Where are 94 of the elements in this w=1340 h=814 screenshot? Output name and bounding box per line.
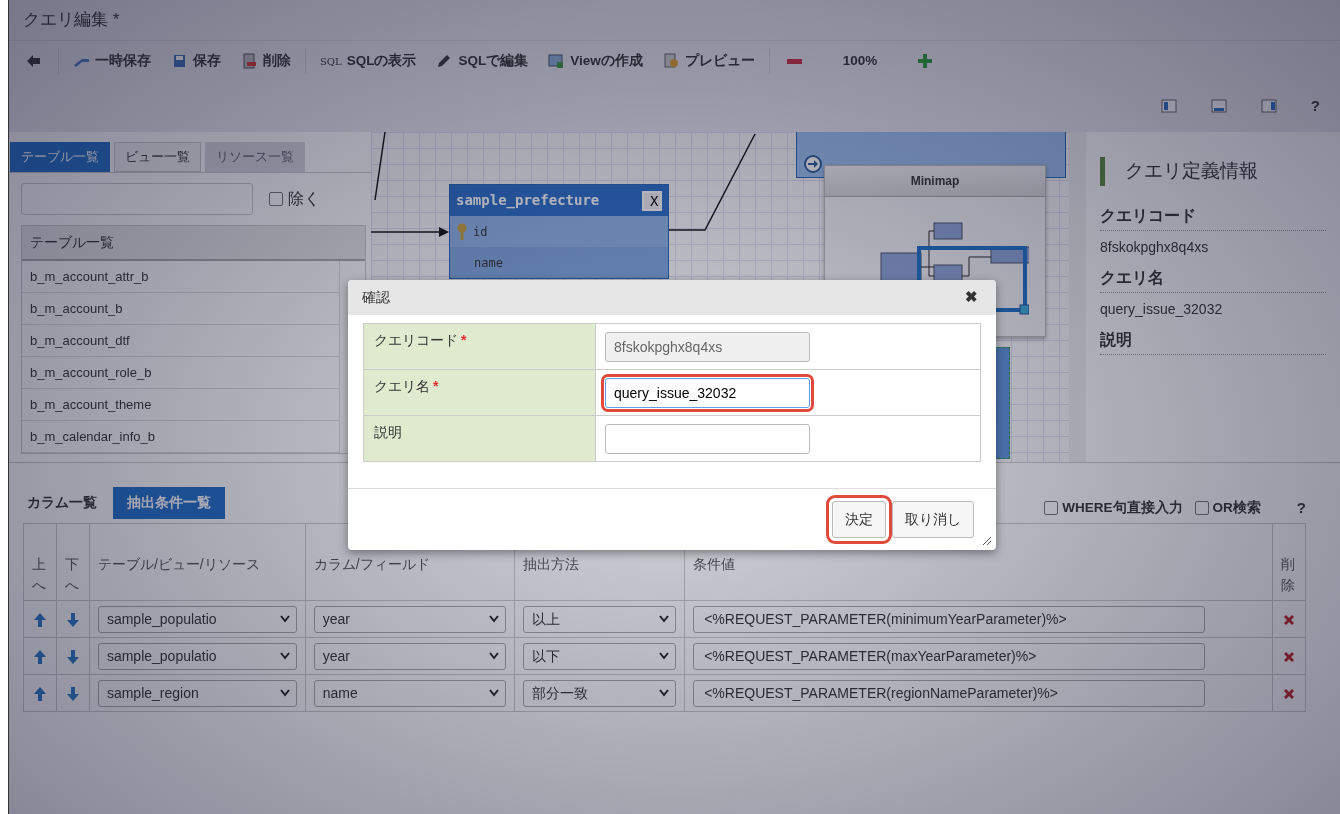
column-header: 削除 — [1272, 523, 1306, 601]
chevron-down-icon — [279, 652, 290, 660]
toolbar-button[interactable]: プレビュー — [654, 48, 763, 74]
connector-line — [373, 132, 387, 202]
toolbar-button[interactable]: 削除 — [233, 48, 299, 74]
chevron-down-icon — [659, 652, 670, 660]
input-field[interactable] — [605, 423, 810, 454]
field-label: クエリコード — [1100, 203, 1326, 231]
column-name: id — [473, 223, 488, 241]
label-text: 説明 — [374, 424, 402, 440]
down-arrow-icon[interactable] — [65, 648, 80, 665]
checkbox-label: 除く — [288, 188, 320, 209]
dropdown[interactable]: name — [313, 679, 507, 707]
resize-grip-icon[interactable] — [982, 536, 992, 546]
dropdown[interactable]: 部分一致 — [523, 679, 677, 707]
field-value: query_issue_32032 — [1100, 299, 1224, 319]
list-item[interactable]: b_m_account_attr_b — [22, 260, 340, 293]
checkbox[interactable] — [1194, 500, 1209, 515]
dropdown[interactable]: 以下 — [523, 642, 677, 670]
toolbar-button[interactable]: Viewの作成 — [540, 48, 651, 74]
toolbar-button[interactable]: SQL SQLの表示 — [312, 48, 425, 74]
chevron-down-icon — [279, 689, 290, 697]
dropdown[interactable]: sample_populatio — [97, 605, 297, 633]
up-arrow-icon[interactable] — [32, 611, 47, 628]
field-label: 説明 — [1100, 327, 1326, 355]
window-title: クエリ編集 * — [9, 0, 1340, 40]
chevron-down-icon — [279, 615, 290, 623]
checkbox[interactable] — [269, 191, 283, 206]
toolbar-button[interactable]: 保存 — [163, 48, 229, 74]
checkbox[interactable] — [1044, 500, 1059, 515]
arrow-circle-icon — [804, 155, 822, 173]
layout-right-icon[interactable] — [1260, 98, 1277, 114]
zoom-level: 100% — [841, 51, 879, 70]
toolbar-button[interactable]: SQLで編集 — [428, 48, 537, 74]
scrollbar[interactable] — [1069, 132, 1086, 462]
panel-tab[interactable]: テーブル一覧 — [10, 142, 110, 172]
toolbar-button[interactable]: 一時保存 — [65, 48, 159, 74]
checkbox-label: OR検索 — [1212, 498, 1261, 517]
dialog-button[interactable]: 取り消し — [892, 501, 974, 538]
column-name: name — [474, 254, 503, 272]
help-button[interactable]: ? — [1296, 496, 1306, 519]
dropdown[interactable]: 以上 — [523, 605, 677, 633]
list-item[interactable]: b_m_calendar_info_b — [22, 420, 340, 453]
list-header: テーブル一覧 — [22, 225, 365, 261]
required-mark: * — [461, 332, 467, 348]
plus-icon[interactable] — [917, 53, 935, 69]
panel-tab[interactable]: カラム一覧 — [23, 486, 101, 519]
list-item[interactable]: b_m_account_theme — [22, 388, 340, 421]
delete-icon[interactable] — [1282, 686, 1296, 701]
back-arrow-icon[interactable] — [25, 53, 42, 69]
chevron-down-icon — [489, 615, 500, 623]
chevron-down-icon — [489, 652, 500, 660]
label-text: クエリ名 — [374, 378, 430, 394]
down-arrow-icon[interactable] — [65, 685, 80, 702]
search-field[interactable] — [21, 182, 253, 215]
up-arrow-icon[interactable] — [32, 648, 47, 665]
dropdown[interactable]: sample_populatio — [97, 642, 297, 670]
close-button[interactable]: X — [642, 190, 662, 211]
panel-tab[interactable]: 抽出条件一覧 — [113, 486, 225, 519]
chevron-down-icon — [659, 689, 670, 697]
field-value: 8fskokpghx8q4xs — [1100, 237, 1210, 257]
dialog-title: 確認 — [362, 288, 390, 307]
label-text: クエリコード — [374, 332, 458, 348]
document-delete-icon — [241, 53, 258, 69]
list-item[interactable]: b_m_account_b — [22, 292, 340, 325]
input-field[interactable]: <%REQUEST_PARAMETER(maxYearParameter)%> — [693, 642, 1206, 670]
down-arrow-icon[interactable] — [65, 611, 80, 628]
column-header: テーブル/ビュー/リソース — [89, 523, 306, 601]
minimap-title: Minimap — [825, 166, 1045, 197]
dropdown[interactable]: year — [313, 642, 507, 670]
checkbox-label: WHERE句直接入力 — [1062, 498, 1183, 517]
delete-icon[interactable] — [1282, 612, 1296, 627]
dropdown[interactable]: year — [313, 605, 507, 633]
input-field[interactable]: <%REQUEST_PARAMETER(regionNameParameter)%> — [693, 679, 1206, 707]
up-arrow-icon[interactable] — [32, 685, 47, 702]
document-preview-icon — [662, 53, 680, 69]
column-header: 上へ — [23, 523, 57, 601]
column-header: 下へ — [56, 523, 90, 601]
help-button[interactable]: ? — [1310, 94, 1320, 118]
list-item[interactable]: b_m_account_role_b — [22, 356, 340, 389]
delete-icon[interactable] — [1282, 649, 1296, 664]
chevron-down-icon — [489, 689, 500, 697]
section-heading: クエリ定義情報 — [1100, 157, 1326, 186]
list-item[interactable]: b_m_account_dtf — [22, 324, 340, 357]
field-label: クエリ名 — [1100, 265, 1326, 293]
layout-left-icon[interactable] — [1160, 98, 1177, 114]
table-node-title: sample_prefecture — [456, 191, 600, 211]
layout-bottom-icon[interactable] — [1210, 98, 1227, 114]
input-field[interactable]: <%REQUEST_PARAMETER(minimumYearParameter)%> — [693, 605, 1206, 633]
chevron-down-icon — [659, 615, 670, 623]
close-button[interactable]: ✖ — [959, 285, 984, 310]
required-mark: * — [433, 378, 439, 394]
dropdown[interactable]: sample_region — [97, 679, 297, 707]
window-add-icon — [548, 53, 566, 69]
